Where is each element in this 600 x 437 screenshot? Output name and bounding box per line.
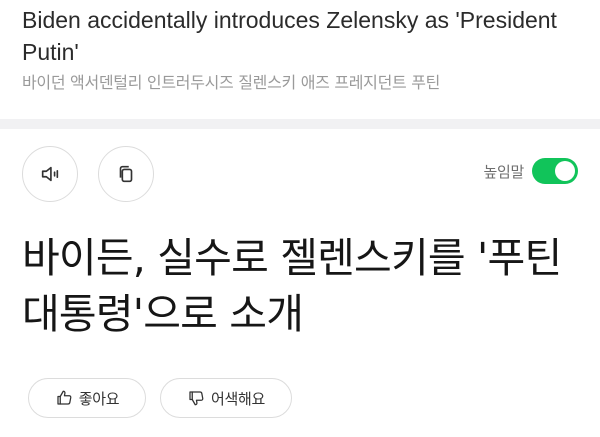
section-divider [0,119,600,129]
toggle-switch[interactable] [532,158,578,184]
awkward-button[interactable]: 어색해요 [160,378,292,418]
source-section: Biden accidentally introduces Zelensky a… [0,0,600,120]
thumbs-down-icon [189,391,204,406]
awkward-label: 어색해요 [210,389,265,408]
english-title: Biden accidentally introduces Zelensky a… [22,7,557,65]
thumbs-up-icon [57,390,72,405]
copy-icon [119,165,133,183]
korean-headline: 바이든, 실수로 젤렌스키를 '푸틴 대통령'으로 소개 [22,234,562,338]
korean-transliteration: 바이던 액서덴털리 인트러두시즈 질렌스키 애즈 프레지던트 푸틴 [22,73,441,92]
copy-button[interactable] [98,146,154,202]
toggle-label: 높임말 [483,162,524,181]
like-label: 좋아요 [78,389,120,408]
honorific-toggle[interactable]: 높임말 [483,158,578,184]
speaker-icon [41,166,59,182]
toggle-knob [555,161,575,181]
listen-button[interactable] [22,146,78,202]
like-button[interactable]: 좋아요 [28,378,146,418]
